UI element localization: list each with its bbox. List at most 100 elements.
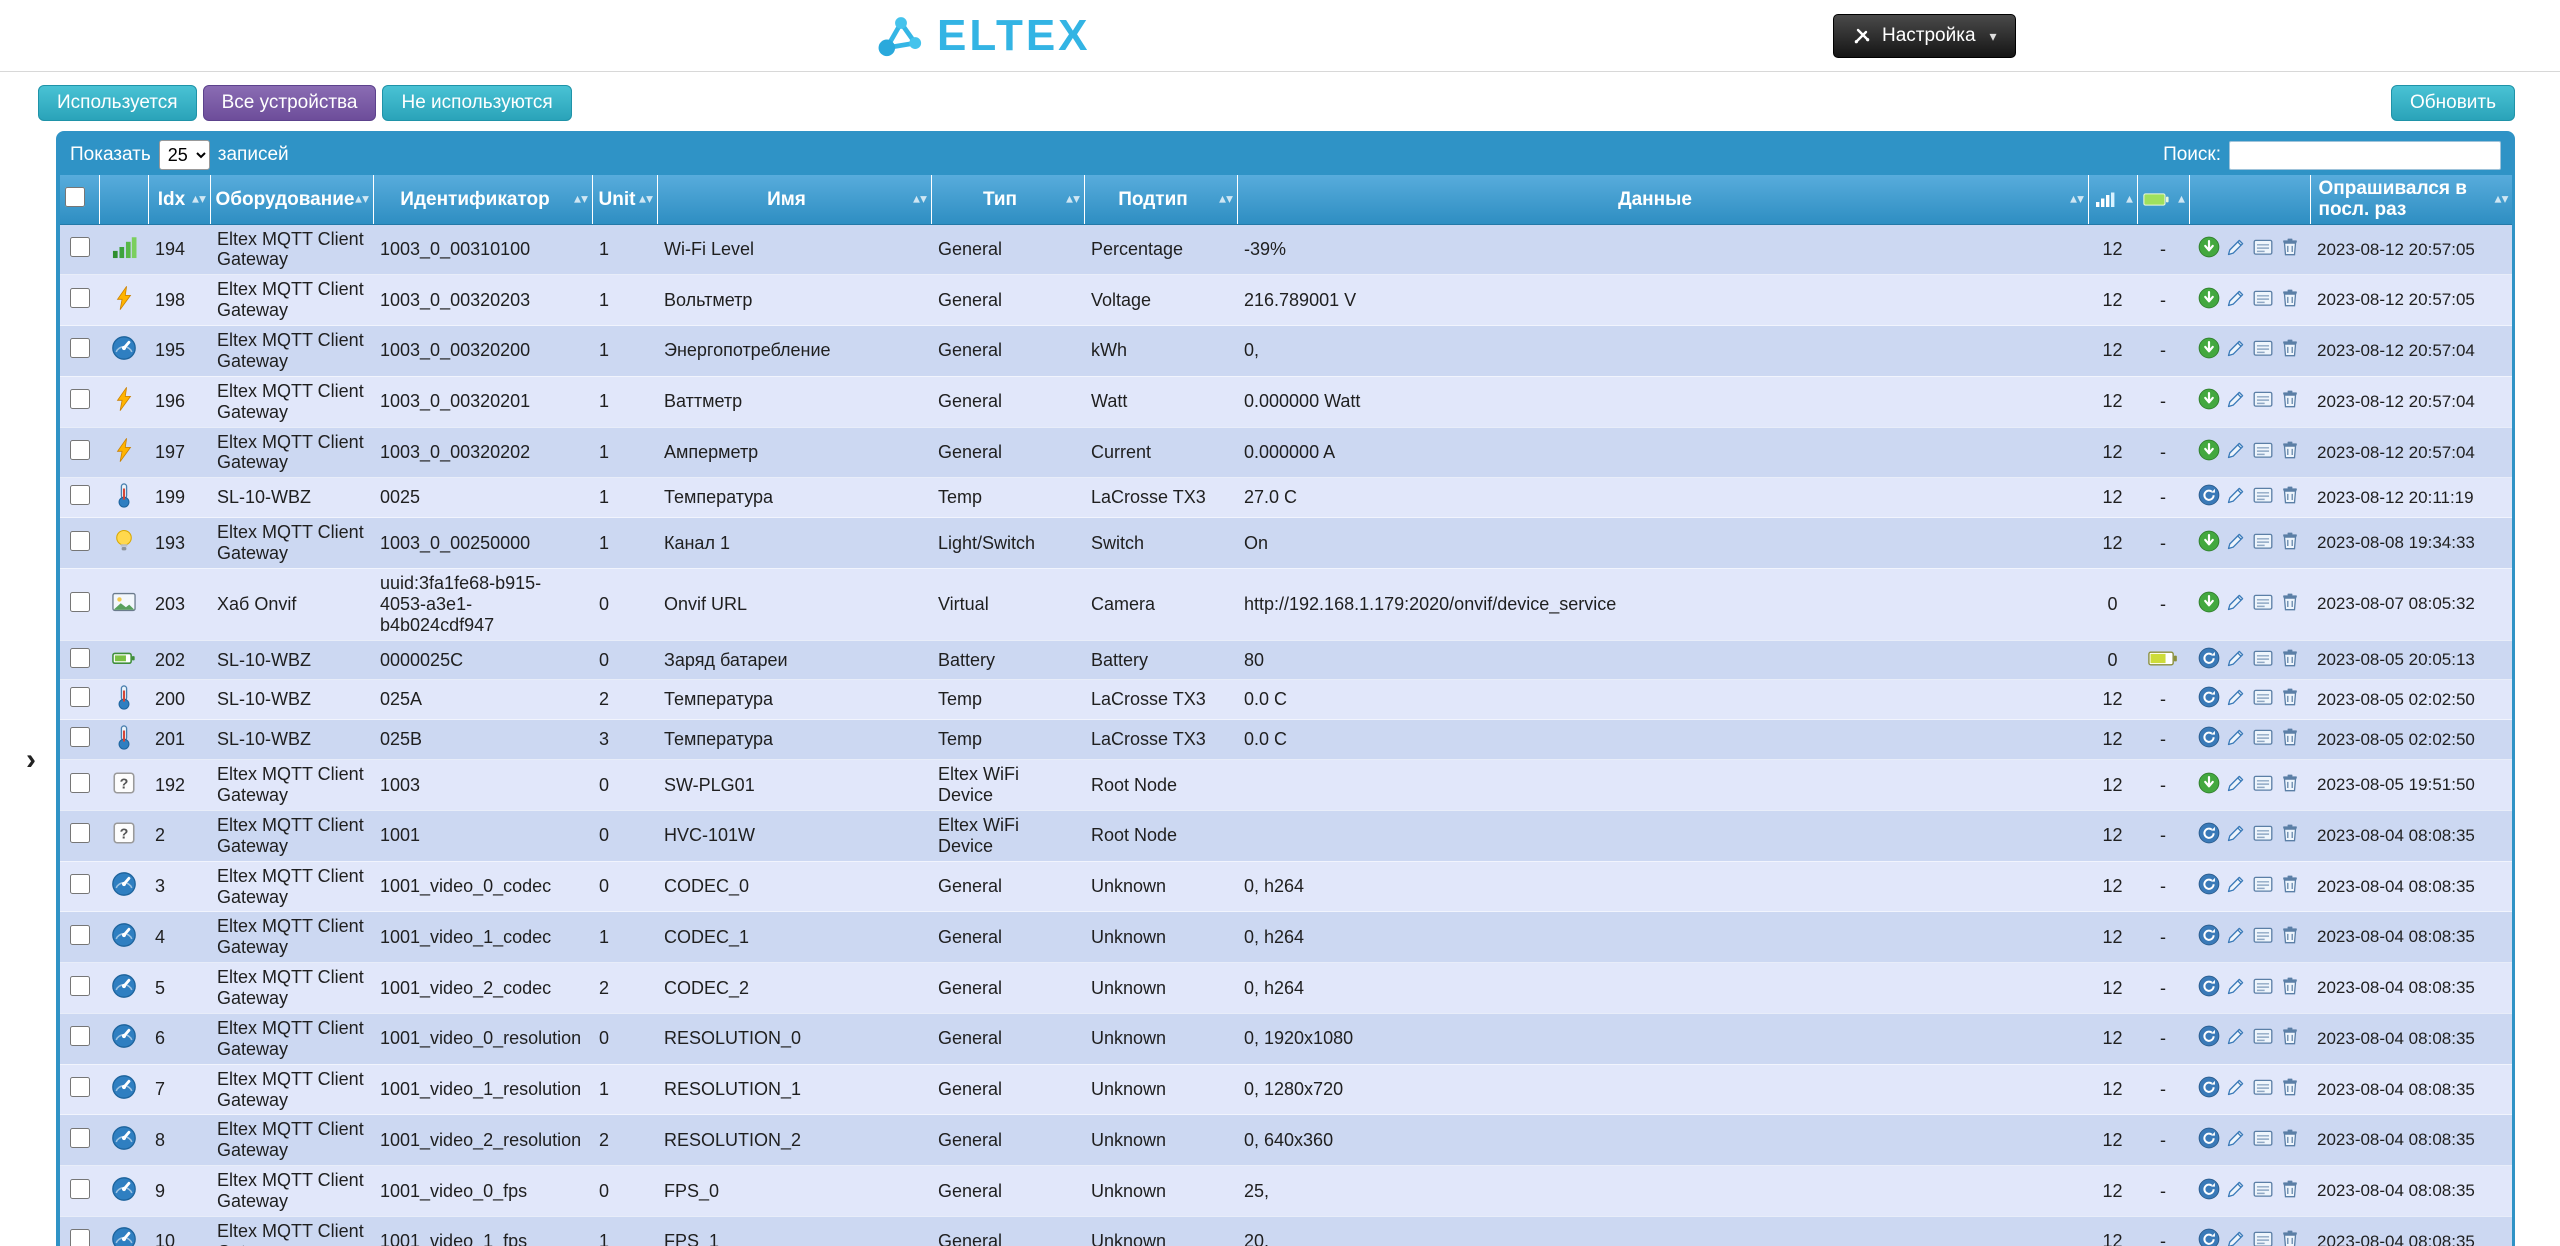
card-icon[interactable] bbox=[2252, 1228, 2274, 1246]
device-row[interactable]: 202SL-10-WBZ0000025C0Заряд батареиBatter… bbox=[60, 640, 2512, 680]
row-checkbox[interactable] bbox=[70, 1179, 90, 1199]
device-row[interactable]: 5Eltex MQTT Client Gateway1001_video_2_c… bbox=[60, 963, 2512, 1014]
poll-device-icon[interactable] bbox=[2198, 337, 2220, 359]
trash-icon[interactable] bbox=[2279, 726, 2301, 748]
edit-icon[interactable] bbox=[2225, 337, 2247, 359]
row-checkbox[interactable] bbox=[70, 1077, 90, 1097]
card-icon[interactable] bbox=[2252, 530, 2274, 552]
trash-icon[interactable] bbox=[2279, 1228, 2301, 1246]
device-row[interactable]: 196Eltex MQTT Client Gateway1003_0_00320… bbox=[60, 376, 2512, 427]
card-icon[interactable] bbox=[2252, 236, 2274, 258]
card-icon[interactable] bbox=[2252, 822, 2274, 844]
poll-device-icon[interactable] bbox=[2198, 439, 2220, 461]
device-row[interactable]: 4Eltex MQTT Client Gateway1001_video_1_c… bbox=[60, 912, 2512, 963]
trash-icon[interactable] bbox=[2279, 873, 2301, 895]
row-checkbox[interactable] bbox=[70, 773, 90, 793]
poll-device-icon[interactable] bbox=[2198, 236, 2220, 258]
card-icon[interactable] bbox=[2252, 337, 2274, 359]
edit-icon[interactable] bbox=[2225, 1228, 2247, 1246]
card-icon[interactable] bbox=[2252, 388, 2274, 410]
row-checkbox[interactable] bbox=[70, 592, 90, 612]
device-row[interactable]: 200SL-10-WBZ025A2ТемператураTempLaCrosse… bbox=[60, 680, 2512, 720]
refresh-device-icon[interactable] bbox=[2198, 975, 2220, 997]
trash-icon[interactable] bbox=[2279, 591, 2301, 613]
col-idx[interactable]: Idx▴▾ bbox=[148, 175, 210, 224]
col-data[interactable]: Данные▴▾ bbox=[1237, 175, 2088, 224]
refresh-device-icon[interactable] bbox=[2198, 1025, 2220, 1047]
poll-device-icon[interactable] bbox=[2198, 287, 2220, 309]
edit-icon[interactable] bbox=[2225, 287, 2247, 309]
trash-icon[interactable] bbox=[2279, 1127, 2301, 1149]
device-row[interactable]: 9Eltex MQTT Client Gateway1001_video_0_f… bbox=[60, 1166, 2512, 1217]
poll-device-icon[interactable] bbox=[2198, 772, 2220, 794]
row-checkbox[interactable] bbox=[70, 531, 90, 551]
card-icon[interactable] bbox=[2252, 873, 2274, 895]
trash-icon[interactable] bbox=[2279, 924, 2301, 946]
edit-icon[interactable] bbox=[2225, 822, 2247, 844]
card-icon[interactable] bbox=[2252, 1076, 2274, 1098]
card-icon[interactable] bbox=[2252, 287, 2274, 309]
poll-device-icon[interactable] bbox=[2198, 591, 2220, 613]
trash-icon[interactable] bbox=[2279, 772, 2301, 794]
card-icon[interactable] bbox=[2252, 1025, 2274, 1047]
filter-all-devices-button[interactable]: Все устройства bbox=[203, 85, 377, 121]
row-checkbox[interactable] bbox=[70, 288, 90, 308]
row-checkbox[interactable] bbox=[70, 440, 90, 460]
col-subtype[interactable]: Подтип▴▾ bbox=[1084, 175, 1237, 224]
row-checkbox[interactable] bbox=[70, 1026, 90, 1046]
row-checkbox[interactable] bbox=[70, 976, 90, 996]
device-row[interactable]: 6Eltex MQTT Client Gateway1001_video_0_r… bbox=[60, 1013, 2512, 1064]
trash-icon[interactable] bbox=[2279, 1025, 2301, 1047]
edit-icon[interactable] bbox=[2225, 1076, 2247, 1098]
edit-icon[interactable] bbox=[2225, 1178, 2247, 1200]
refresh-device-icon[interactable] bbox=[2198, 1178, 2220, 1200]
refresh-device-icon[interactable] bbox=[2198, 924, 2220, 946]
refresh-device-icon[interactable] bbox=[2198, 822, 2220, 844]
col-battery[interactable]: ▴ bbox=[2137, 175, 2189, 224]
device-row[interactable]: 197Eltex MQTT Client Gateway1003_0_00320… bbox=[60, 427, 2512, 478]
trash-icon[interactable] bbox=[2279, 439, 2301, 461]
device-row[interactable]: 201SL-10-WBZ025B3ТемператураTempLaCrosse… bbox=[60, 720, 2512, 760]
card-icon[interactable] bbox=[2252, 975, 2274, 997]
col-signal[interactable]: ▴ bbox=[2088, 175, 2137, 224]
device-row[interactable]: 10Eltex MQTT Client Gateway1001_video_1_… bbox=[60, 1216, 2512, 1246]
row-checkbox[interactable] bbox=[70, 1128, 90, 1148]
edit-icon[interactable] bbox=[2225, 530, 2247, 552]
edit-icon[interactable] bbox=[2225, 726, 2247, 748]
row-checkbox[interactable] bbox=[70, 1229, 90, 1246]
refresh-device-icon[interactable] bbox=[2198, 1228, 2220, 1246]
device-row[interactable]: 195Eltex MQTT Client Gateway1003_0_00320… bbox=[60, 326, 2512, 377]
card-icon[interactable] bbox=[2252, 484, 2274, 506]
filter-unused-button[interactable]: Не используются bbox=[382, 85, 571, 121]
edit-icon[interactable] bbox=[2225, 1127, 2247, 1149]
card-icon[interactable] bbox=[2252, 1127, 2274, 1149]
edit-icon[interactable] bbox=[2225, 686, 2247, 708]
card-icon[interactable] bbox=[2252, 439, 2274, 461]
trash-icon[interactable] bbox=[2279, 686, 2301, 708]
device-row[interactable]: 199SL-10-WBZ00251ТемператураTempLaCrosse… bbox=[60, 478, 2512, 518]
edit-icon[interactable] bbox=[2225, 236, 2247, 258]
col-equipment[interactable]: Оборудование▴▾ bbox=[210, 175, 373, 224]
device-row[interactable]: 193Eltex MQTT Client Gateway1003_0_00250… bbox=[60, 518, 2512, 569]
refresh-button[interactable]: Обновить bbox=[2391, 85, 2515, 121]
edit-icon[interactable] bbox=[2225, 388, 2247, 410]
device-row[interactable]: ?2Eltex MQTT Client Gateway10010HVC-101W… bbox=[60, 810, 2512, 861]
poll-device-icon[interactable] bbox=[2198, 388, 2220, 410]
col-type[interactable]: Тип▴▾ bbox=[931, 175, 1084, 224]
edit-icon[interactable] bbox=[2225, 1025, 2247, 1047]
edit-icon[interactable] bbox=[2225, 975, 2247, 997]
select-all-checkbox[interactable] bbox=[65, 187, 85, 207]
trash-icon[interactable] bbox=[2279, 287, 2301, 309]
refresh-device-icon[interactable] bbox=[2198, 647, 2220, 669]
trash-icon[interactable] bbox=[2279, 647, 2301, 669]
refresh-device-icon[interactable] bbox=[2198, 1127, 2220, 1149]
col-unit[interactable]: Unit▴▾ bbox=[592, 175, 657, 224]
trash-icon[interactable] bbox=[2279, 530, 2301, 552]
edit-icon[interactable] bbox=[2225, 439, 2247, 461]
edit-icon[interactable] bbox=[2225, 873, 2247, 895]
trash-icon[interactable] bbox=[2279, 236, 2301, 258]
card-icon[interactable] bbox=[2252, 924, 2274, 946]
row-checkbox[interactable] bbox=[70, 338, 90, 358]
col-last-polled[interactable]: Опрашивался в посл. раз▴▾ bbox=[2310, 175, 2512, 224]
card-icon[interactable] bbox=[2252, 1178, 2274, 1200]
